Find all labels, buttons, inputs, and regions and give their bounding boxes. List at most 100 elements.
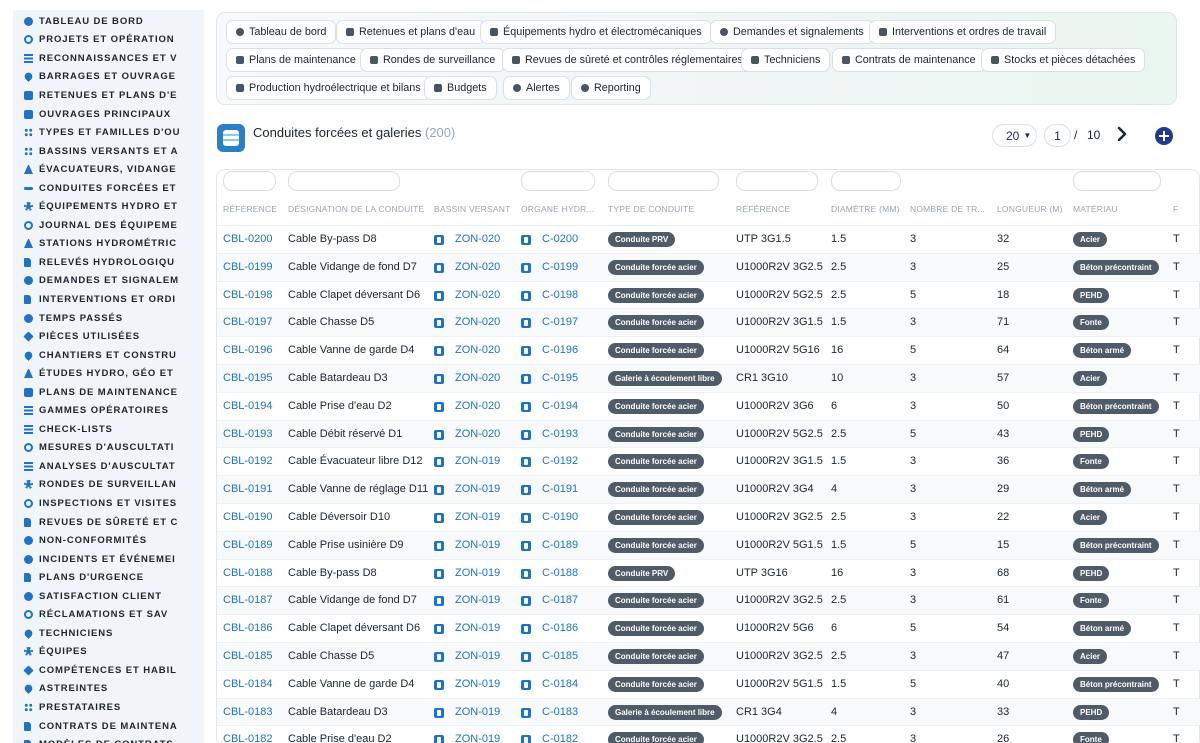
organ-link[interactable]: C-0197: [542, 316, 578, 328]
sidebar-item-33[interactable]: TECHNICIENS: [13, 624, 204, 643]
sidebar-item-2[interactable]: RECONNAISSANCES ET V: [13, 49, 204, 68]
nav-button-14[interactable]: Reporting: [571, 76, 651, 100]
basin-link[interactable]: ZON-020: [455, 261, 500, 273]
organ-link[interactable]: C-0185: [542, 650, 578, 662]
sidebar-item-20[interactable]: PLANS DE MAINTENANCE: [13, 383, 204, 402]
table-row[interactable]: CBL-0192 Cable Évacuateur libre D12 ZON-01…: [217, 447, 1200, 475]
basin-link[interactable]: ZON-020: [455, 233, 500, 245]
table-row[interactable]: CBL-0182 Cable Prise d'eau D2 ZON-019 C-018…: [217, 725, 1200, 743]
sidebar-item-29[interactable]: INCIDENTS ET ÉVÉNEMEI: [13, 550, 204, 569]
column-header[interactable]: F: [1173, 204, 1178, 214]
basin-link[interactable]: ZON-019: [455, 567, 500, 579]
sidebar-item-15[interactable]: INTERVENTIONS ET ORDI: [13, 290, 204, 309]
table-row[interactable]: CBL-0196 Cable Vanne de garde D4 ZON-020 C-…: [217, 336, 1200, 364]
basin-link[interactable]: ZON-019: [455, 678, 500, 690]
reference-link[interactable]: CBL-0192: [223, 455, 273, 467]
chevron-right-icon[interactable]: [1116, 126, 1128, 142]
table-row[interactable]: CBL-0190 Cable Déversoir D10 ZON-019 C-0190…: [217, 503, 1200, 531]
sidebar-item-34[interactable]: ÉQUIPES: [13, 643, 204, 662]
sidebar-item-12[interactable]: STATIONS HYDROMÉTRIC: [13, 235, 204, 254]
table-row[interactable]: CBL-0199 Cable Vidange de fond D7 ZON-020 C…: [217, 252, 1200, 281]
reference-link[interactable]: CBL-0190: [223, 511, 273, 523]
column-header[interactable]: RÉFÉRENCE: [223, 204, 277, 214]
reference-link[interactable]: CBL-0193: [223, 428, 273, 440]
organ-link[interactable]: C-0196: [542, 344, 578, 356]
table-row[interactable]: CBL-0197 Cable Chasse D5 ZON-020 C-0197 Cond…: [217, 308, 1200, 337]
column-filter-input[interactable]: [521, 171, 595, 191]
table-row[interactable]: CBL-0186 Cable Clapet déversant D6 ZON-019…: [217, 614, 1200, 642]
organ-link[interactable]: C-0182: [542, 733, 578, 743]
per-page-select[interactable]: 20 ▼: [992, 124, 1037, 147]
column-filter-input[interactable]: [223, 171, 276, 191]
sidebar-item-5[interactable]: OUVRAGES PRINCIPAUX: [13, 105, 204, 124]
table-row[interactable]: CBL-0189 Cable Prise usinière D9 ZON-019 C-…: [217, 530, 1200, 559]
column-header[interactable]: RÉFÉRENCE: [736, 204, 790, 214]
basin-link[interactable]: ZON-019: [455, 706, 500, 718]
sidebar-item-17[interactable]: PIÈCES UTILISÉES: [13, 327, 204, 346]
sidebar-item-25[interactable]: RONDES DE SURVEILLAN: [13, 476, 204, 495]
column-filter-input[interactable]: [608, 171, 719, 191]
sidebar-item-9[interactable]: CONDUITES FORCÉES ET: [13, 179, 204, 198]
sidebar-item-35[interactable]: COMPÉTENCES ET HABIL: [13, 661, 204, 680]
reference-link[interactable]: CBL-0182: [223, 733, 273, 743]
column-header[interactable]: NOMBRE DE TR...: [910, 204, 985, 214]
reference-link[interactable]: CBL-0187: [223, 594, 273, 606]
column-filter-input[interactable]: [831, 171, 901, 191]
column-filter-input[interactable]: [1073, 171, 1161, 191]
table-row[interactable]: CBL-0200 Cable By-pass D8 ZON-020 C-0200 Con…: [217, 225, 1200, 253]
column-filter-input[interactable]: [288, 171, 400, 191]
basin-link[interactable]: ZON-019: [455, 733, 500, 743]
sidebar-item-6[interactable]: TYPES ET FAMILLES D'OU: [13, 123, 204, 142]
nav-button-13[interactable]: Alertes: [503, 76, 570, 100]
sidebar-item-28[interactable]: NON-CONFORMITÉS: [13, 531, 204, 550]
sidebar-item-36[interactable]: ASTREINTES: [13, 680, 204, 699]
sidebar-item-37[interactable]: PRESTATAIRES: [13, 698, 204, 717]
sidebar-item-18[interactable]: CHANTIERS ET CONSTRU: [13, 346, 204, 365]
sidebar-item-0[interactable]: TABLEAU DE BORD: [13, 12, 204, 31]
basin-link[interactable]: ZON-019: [455, 483, 500, 495]
nav-button-12[interactable]: Budgets: [424, 76, 497, 100]
table-row[interactable]: CBL-0191 Cable Vanne de réglage D11 ZON-01…: [217, 475, 1200, 504]
column-header[interactable]: LONGUEUR (M): [997, 204, 1063, 214]
reference-link[interactable]: CBL-0191: [223, 483, 273, 495]
nav-button-7[interactable]: Revues de sûreté et contrôles réglementa…: [502, 48, 753, 72]
nav-button-2[interactable]: Équipements hydro et électromécaniques: [480, 20, 712, 44]
basin-link[interactable]: ZON-020: [455, 344, 500, 356]
table-row[interactable]: CBL-0195 Cable Batardeau D3 ZON-020 C-0195 G…: [217, 364, 1200, 392]
sidebar-item-39[interactable]: MODÈLES DE CONTRATS: [13, 735, 204, 743]
sidebar-item-23[interactable]: MESURES D'AUSCULTATI: [13, 439, 204, 458]
basin-link[interactable]: ZON-019: [455, 539, 500, 551]
sidebar-item-27[interactable]: REVUES DE SÛRETÉ ET C: [13, 513, 204, 532]
table-row[interactable]: CBL-0198 Cable Clapet déversant D6 ZON-020…: [217, 280, 1200, 309]
column-header[interactable]: ORGANE HYDR...: [521, 204, 594, 214]
page-number-input[interactable]: [1044, 124, 1071, 147]
table-row[interactable]: CBL-0188 Cable By-pass D8 ZON-019 C-0188 Con…: [217, 558, 1200, 587]
sidebar-item-8[interactable]: ÉVACUATEURS, VIDANGE: [13, 160, 204, 179]
sidebar-item-22[interactable]: CHECK-LISTS: [13, 420, 204, 439]
reference-link[interactable]: CBL-0185: [223, 650, 273, 662]
organ-link[interactable]: C-0191: [542, 483, 578, 495]
sidebar-item-19[interactable]: ÉTUDES HYDRO, GÉO ET: [13, 364, 204, 383]
reference-link[interactable]: CBL-0194: [223, 400, 273, 412]
reference-link[interactable]: CBL-0197: [223, 316, 273, 328]
basin-link[interactable]: ZON-019: [455, 594, 500, 606]
reference-link[interactable]: CBL-0200: [223, 233, 273, 245]
basin-link[interactable]: ZON-019: [455, 622, 500, 634]
reference-link[interactable]: CBL-0198: [223, 289, 273, 301]
organ-link[interactable]: C-0195: [542, 372, 578, 384]
organ-link[interactable]: C-0192: [542, 455, 578, 467]
sidebar-item-38[interactable]: CONTRATS DE MAINTENA: [13, 717, 204, 736]
basin-link[interactable]: ZON-020: [455, 428, 500, 440]
sidebar-item-13[interactable]: RELEVÉS HYDROLOGIQU: [13, 253, 204, 272]
sidebar-item-26[interactable]: INSPECTIONS ET VISITES: [13, 494, 204, 513]
reference-link[interactable]: CBL-0189: [223, 539, 273, 551]
organ-link[interactable]: C-0183: [542, 706, 578, 718]
organ-link[interactable]: C-0189: [542, 539, 578, 551]
sidebar-item-21[interactable]: GAMMES OPÉRATOIRES: [13, 401, 204, 420]
table-row[interactable]: CBL-0187 Cable Vidange de fond D7 ZON-019 C…: [217, 586, 1200, 615]
sidebar-item-24[interactable]: ANALYSES D'AUSCULTAT: [13, 457, 204, 476]
nav-button-9[interactable]: Contrats de maintenance: [832, 48, 986, 72]
organ-link[interactable]: C-0198: [542, 289, 578, 301]
basin-link[interactable]: ZON-020: [455, 316, 500, 328]
nav-button-1[interactable]: Retenues et plans d'eau: [336, 20, 486, 44]
